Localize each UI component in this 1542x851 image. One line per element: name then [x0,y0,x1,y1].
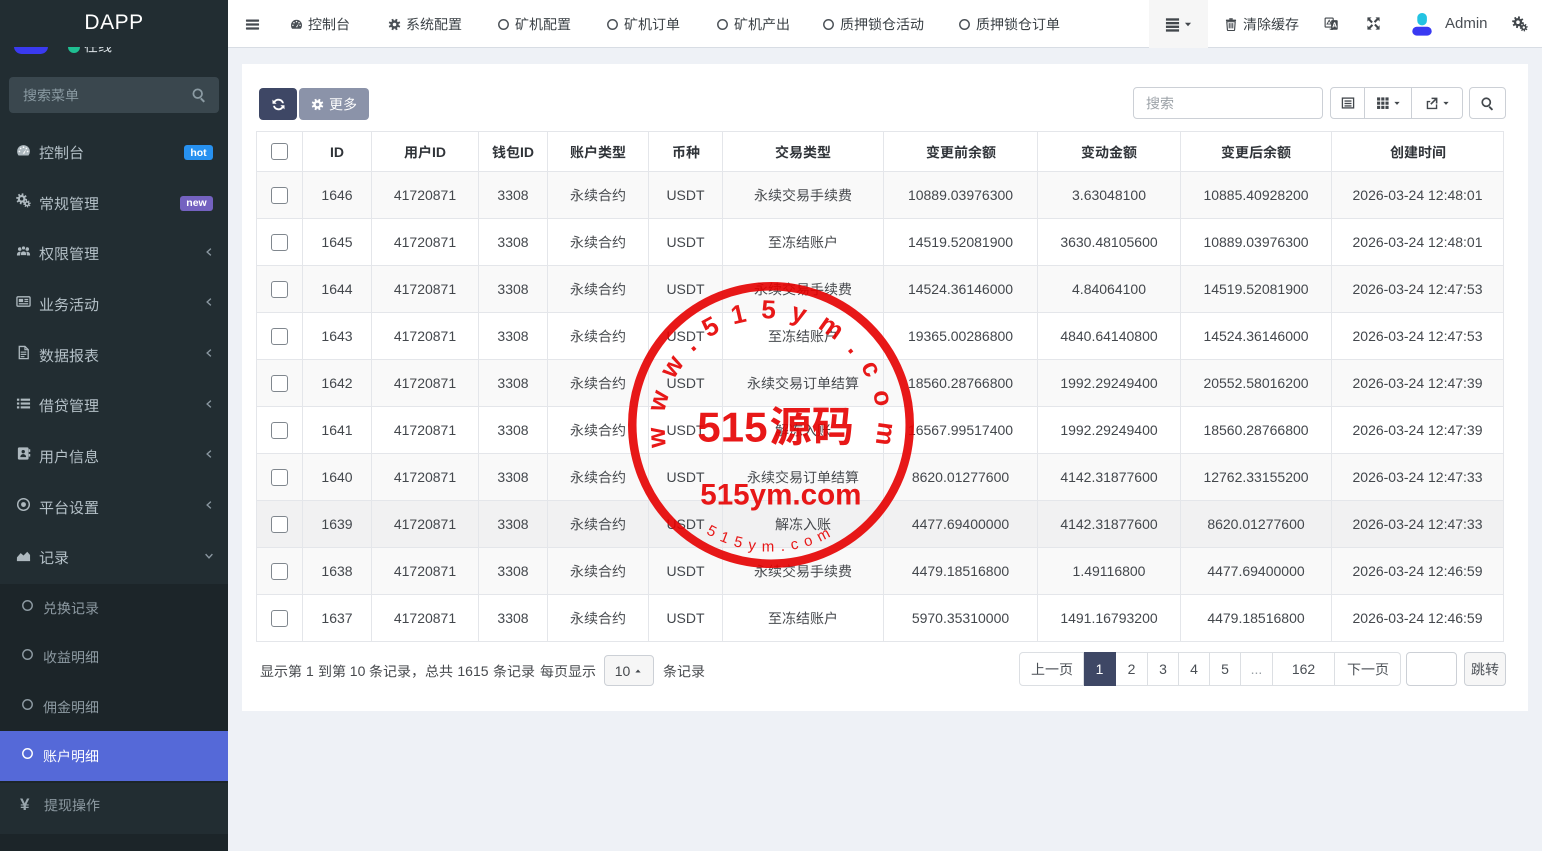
svg-text:515ym.com: 515ym.com [704,522,839,556]
svg-text:515: 515 [697,404,767,451]
svg-text:515ym.com: 515ym.com [700,478,861,511]
